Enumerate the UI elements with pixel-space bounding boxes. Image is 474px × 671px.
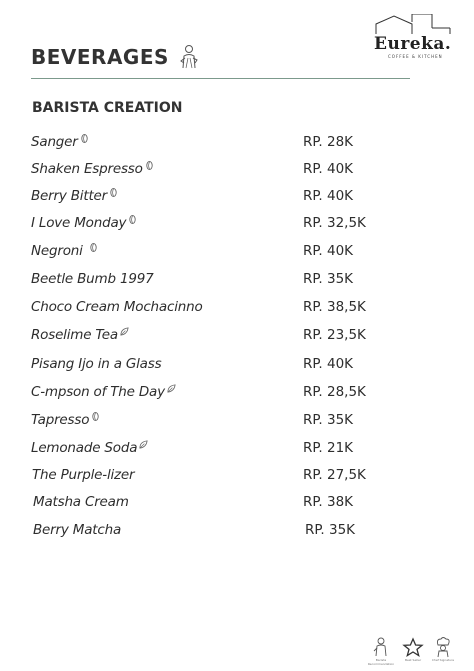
legend-item: Chef Signature: [428, 636, 458, 668]
divider: [31, 78, 410, 79]
menu-item: I Love Monday RP. 32,5K: [0, 215, 474, 239]
item-name: The Purple-lizer: [32, 467, 135, 483]
legend-item: Barista Recommendation: [366, 636, 396, 668]
menu-item: Berry Bitter RP. 40K: [0, 188, 474, 212]
item-name: Tapresso: [31, 412, 100, 428]
item-price: RP. 40K: [303, 243, 354, 259]
coffee-bean-icon: [129, 215, 136, 224]
brand-tagline: COFFEE & KITCHEN: [388, 54, 443, 59]
barista-icon: [373, 637, 387, 657]
item-price: RP. 27,5K: [303, 467, 366, 483]
item-price: RP. 28,5K: [303, 384, 366, 400]
item-name: Shaken Espresso: [31, 161, 154, 177]
item-price: RP. 40K: [303, 188, 354, 204]
house-outline-icon: [375, 14, 451, 34]
section-title: BARISTA CREATION: [32, 100, 183, 116]
item-name: Beetle Bumb 1997: [31, 271, 154, 287]
coffee-bean-icon: [146, 161, 153, 170]
menu-item: Choco Cream Mochacinno RP. 38,5K: [0, 299, 474, 323]
item-price: RP. 35K: [305, 522, 356, 538]
item-name: Choco Cream Mochacinno: [31, 299, 203, 315]
item-price: RP. 32,5K: [303, 215, 366, 231]
leaf-icon: [120, 327, 129, 336]
menu-item: Berry Matcha RP. 35K: [0, 522, 474, 546]
menu-item: Negroni RP. 40K: [0, 243, 474, 267]
menu-item: Beetle Bumb 1997 RP. 35K: [0, 271, 474, 295]
barista-icon: [180, 45, 198, 69]
menu-item: The Purple-lizer RP. 27,5K: [0, 467, 474, 491]
star-icon: [402, 637, 424, 658]
coffee-bean-icon: [80, 134, 88, 143]
item-name: Lemonade Soda: [31, 440, 148, 456]
page-title: BEVERAGES: [31, 45, 169, 69]
page-header: BEVERAGES: [31, 44, 199, 70]
item-price: RP. 28K: [303, 134, 354, 150]
coffee-bean-icon: [92, 412, 99, 421]
menu-item: Pisang Ijo in a Glass RP. 40K: [0, 356, 474, 380]
menu-item: Sanger RP. 28K: [0, 134, 474, 158]
item-name: C-mpson of The Day: [31, 384, 176, 400]
brand-logo: Eureka. COFFEE & KITCHEN: [372, 14, 462, 59]
menu-item: Shaken Espresso RP. 40K: [0, 161, 474, 185]
coffee-bean-icon: [90, 243, 97, 252]
menu-item: Lemonade Soda RP. 21K: [0, 440, 474, 464]
item-price: RP. 23,5K: [303, 327, 366, 343]
item-price: RP. 38,5K: [303, 299, 366, 315]
coffee-bean-icon: [110, 188, 117, 197]
item-price: RP. 35K: [303, 412, 354, 428]
item-name: Berry Bitter: [31, 188, 118, 204]
menu-item: Tapresso RP. 35K: [0, 412, 474, 436]
legend-label: Best Seller: [404, 658, 422, 662]
item-name: Roselime Tea: [31, 327, 129, 343]
item-name: Matsha Cream: [33, 494, 129, 510]
legend-label: Barista Recommendation: [367, 658, 395, 666]
leaf-icon: [167, 384, 176, 393]
item-name: Berry Matcha: [33, 522, 122, 538]
menu-item: C-mpson of The Day RP. 28,5K: [0, 384, 474, 408]
brand-name: Eureka.: [374, 34, 452, 54]
leaf-icon: [139, 440, 148, 449]
item-price: RP. 38K: [303, 494, 354, 510]
item-price: RP. 21K: [303, 440, 354, 456]
menu-item: Matsha Cream RP. 38K: [0, 494, 474, 518]
menu-item: Roselime Tea RP. 23,5K: [0, 327, 474, 351]
icon-legend: Barista Recommendation Best Seller Chef …: [366, 636, 466, 668]
item-price: RP. 40K: [303, 161, 354, 177]
chef-icon: [436, 637, 450, 658]
legend-label: Chef Signature: [431, 658, 455, 662]
item-name: Sanger: [31, 134, 89, 150]
item-name: Pisang Ijo in a Glass: [31, 356, 162, 372]
legend-item: Best Seller: [398, 636, 428, 668]
item-price: RP. 40K: [303, 356, 354, 372]
item-name: I Love Monday: [31, 215, 137, 231]
item-price: RP. 35K: [303, 271, 354, 287]
item-name: Negroni: [31, 243, 98, 259]
